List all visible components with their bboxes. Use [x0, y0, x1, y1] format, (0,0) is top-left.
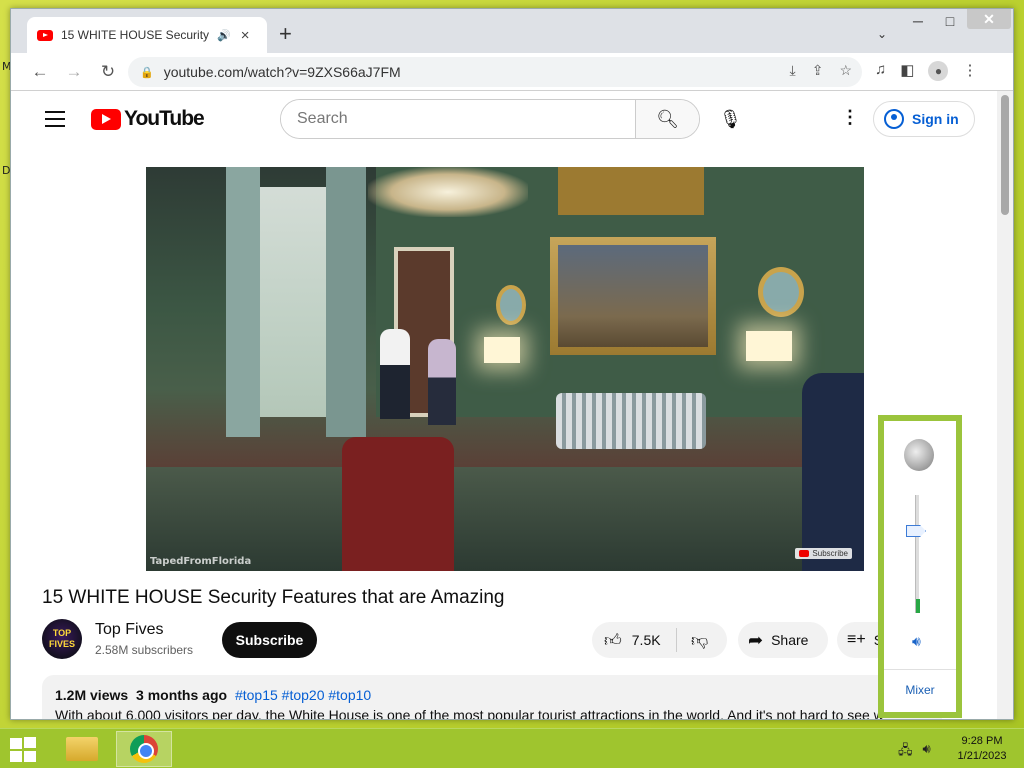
thumbs-down-icon[interactable]: 👎︎: [677, 630, 708, 651]
subscribe-watermark[interactable]: Subscribe: [795, 548, 852, 559]
view-count: 1.2M views: [55, 687, 129, 703]
add-playlist-icon: ≡+: [847, 631, 866, 648]
browser-toolbar: ← → ↻ 🔒 youtube.com/watch?v=9ZXS66aJ7FM …: [11, 53, 1013, 91]
subscribe-button[interactable]: Subscribe: [222, 622, 317, 658]
youtube-favicon-icon: [37, 29, 53, 41]
share-label: Share: [771, 632, 809, 648]
chrome-taskbar-button[interactable]: [116, 731, 172, 767]
speaker-device-icon[interactable]: [904, 439, 934, 471]
volume-slider[interactable]: [915, 495, 920, 613]
chrome-icon: [130, 735, 158, 763]
channel-avatar[interactable]: TOP FIVES: [42, 619, 82, 659]
user-circle-icon: [884, 109, 904, 129]
media-control-icon[interactable]: ♫: [875, 61, 886, 81]
youtube-play-icon: [91, 108, 121, 130]
subscribe-watermark-label: Subscribe: [812, 549, 848, 558]
clock-date: 1/21/2023: [957, 750, 1007, 762]
hamburger-menu-icon[interactable]: [45, 111, 65, 132]
scrollbar-thumb[interactable]: [1001, 95, 1009, 215]
search-input[interactable]: [281, 100, 635, 138]
channel-row: TOP FIVES Top Fives 2.58M subscribers Su…: [42, 619, 942, 661]
browser-menu-icon[interactable]: ⋮: [962, 61, 977, 81]
audio-playing-icon[interactable]: 🔊: [217, 29, 231, 42]
tab-title: 15 WHITE HOUSE Security Fe: [61, 28, 211, 42]
share-button[interactable]: ➦ Share: [738, 622, 828, 658]
file-explorer-button[interactable]: [54, 731, 110, 767]
tab-strip: 15 WHITE HOUSE Security Fe 🔊 × + ⌄ ─ □ ✕: [11, 9, 1013, 53]
share-arrow-icon: ➦: [748, 629, 764, 650]
address-bar[interactable]: 🔒 youtube.com/watch?v=9ZXS66aJ7FM ⤓ ⇪ ☆: [128, 57, 862, 87]
like-count: 7.5K: [631, 632, 661, 648]
youtube-mini-icon: [799, 550, 810, 557]
system-tray: 🖧 🔊︎: [898, 741, 931, 763]
new-tab-button[interactable]: +: [279, 23, 292, 45]
settings-more-icon[interactable]: ⋮: [841, 107, 859, 128]
upload-age: 3 months ago: [136, 687, 228, 703]
description-text: With about 6,000 visitors per day, the W…: [55, 707, 884, 720]
volume-level-fill: [916, 598, 920, 613]
chandelier-image: [368, 167, 528, 217]
divider: [884, 669, 956, 670]
like-button[interactable]: 👍︎ 7.5K: [592, 628, 677, 652]
description-box[interactable]: 1.2M views 3 months ago #top15 #top20 #t…: [42, 675, 942, 720]
thumbs-up-icon: 👍︎: [604, 630, 622, 650]
folder-icon: [66, 737, 98, 761]
forward-icon[interactable]: →: [57, 62, 91, 82]
install-app-icon[interactable]: ⤓: [790, 62, 796, 79]
video-title: 15 WHITE HOUSE Security Features that ar…: [42, 587, 505, 608]
youtube-page: YouTube 🔍︎ 🎙︎ ⋮ Sign in: [11, 91, 1013, 720]
youtube-wordmark: YouTube: [124, 107, 205, 130]
hashtags[interactable]: #top15 #top20 #top10: [235, 687, 371, 703]
network-icon[interactable]: 🖧: [898, 741, 913, 763]
browser-tab[interactable]: 15 WHITE HOUSE Security Fe 🔊 ×: [27, 17, 267, 53]
search-icon[interactable]: 🔍︎: [635, 100, 699, 138]
youtube-header: YouTube 🔍︎ 🎙︎ ⋮ Sign in: [11, 91, 999, 147]
volume-slider-thumb[interactable]: [906, 525, 926, 537]
like-dislike-group: 👍︎ 7.5K 👎︎: [592, 622, 727, 658]
taskbar: 🖧 🔊︎ 9:28 PM 1/21/2023: [0, 728, 1024, 768]
sign-in-label: Sign in: [912, 111, 959, 127]
channel-name[interactable]: Top Fives: [95, 621, 163, 639]
browser-window: 15 WHITE HOUSE Security Fe 🔊 × + ⌄ ─ □ ✕…: [10, 8, 1014, 720]
url-text: youtube.com/watch?v=9ZXS66aJ7FM: [163, 64, 401, 80]
video-watermark: TapedFromFlorida: [150, 556, 252, 567]
volume-tray-icon[interactable]: 🔊︎: [923, 741, 931, 763]
side-panel-icon[interactable]: ◧: [900, 61, 914, 81]
close-window-button[interactable]: ✕: [967, 9, 1011, 29]
minimize-button[interactable]: ─: [901, 13, 935, 29]
maximize-button[interactable]: □: [933, 13, 967, 29]
share-page-icon[interactable]: ⇪: [812, 62, 824, 79]
clock-time: 9:28 PM: [961, 735, 1003, 747]
volume-flyout: 🔊︎ Mixer: [878, 415, 962, 718]
subscriber-count: 2.58M subscribers: [95, 643, 194, 657]
windows-start-icon[interactable]: [10, 737, 38, 763]
sign-in-button[interactable]: Sign in: [873, 101, 975, 137]
mute-speaker-icon[interactable]: 🔊︎: [912, 633, 921, 650]
close-tab-icon[interactable]: ×: [241, 27, 250, 44]
microphone-icon[interactable]: 🎙︎: [719, 109, 742, 130]
taskbar-clock[interactable]: 9:28 PM 1/21/2023: [950, 734, 1014, 764]
back-icon[interactable]: ←: [23, 62, 57, 82]
tab-search-icon[interactable]: ⌄: [877, 27, 887, 41]
search-box: 🔍︎: [280, 99, 700, 139]
mixer-link[interactable]: Mixer: [884, 683, 956, 697]
painting-image: [550, 237, 716, 355]
reload-icon[interactable]: ↻: [91, 62, 125, 82]
page-scrollbar[interactable]: [997, 91, 1013, 719]
lock-icon[interactable]: 🔒: [140, 66, 154, 79]
profile-icon[interactable]: ●: [928, 61, 949, 81]
video-player[interactable]: TapedFromFlorida Subscribe: [146, 167, 864, 571]
youtube-logo[interactable]: YouTube: [91, 107, 205, 131]
bookmark-star-icon[interactable]: ☆: [839, 62, 852, 79]
